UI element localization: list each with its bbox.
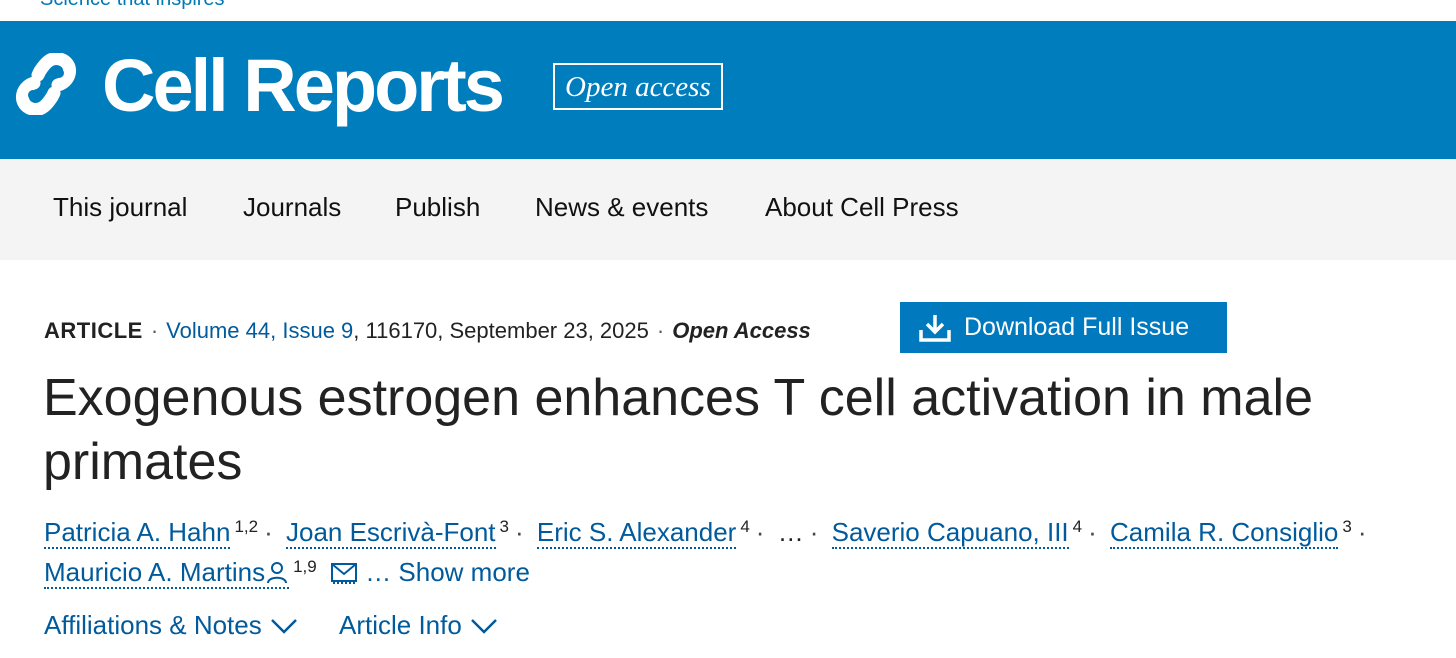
author-link[interactable]: Patricia A. Hahn: [44, 517, 231, 549]
article-info-toggle[interactable]: Article Info: [339, 610, 498, 641]
article-title: Exogenous estrogen enhances T cell activ…: [43, 369, 1313, 491]
download-icon: [919, 314, 951, 342]
corresponding-author-link[interactable]: Mauricio A. Martins: [44, 557, 290, 589]
author-link[interactable]: Saverio Capuano, III: [831, 517, 1069, 549]
author-affiliation: 4: [740, 517, 750, 536]
author-affiliation: 1,2: [234, 517, 259, 536]
open-access-badge-label: Open access: [565, 71, 711, 103]
download-full-issue-button[interactable]: Download Full Issue: [900, 302, 1227, 353]
article-number-date: , 116170, September 23, 2025: [353, 318, 649, 343]
author-link[interactable]: Joan Escrivà-Font: [285, 517, 496, 549]
nav-news-events[interactable]: News & events: [535, 192, 708, 223]
top-strip: Science that inspires: [0, 0, 1456, 21]
article-type: ARTICLE: [44, 318, 143, 343]
nav-journals[interactable]: Journals: [243, 192, 341, 223]
separator-dot: ·: [755, 517, 765, 547]
nav-this-journal[interactable]: This journal: [53, 192, 187, 223]
journal-name[interactable]: Cell Reports: [102, 43, 505, 129]
chevron-down-icon: [470, 618, 497, 634]
affiliations-notes-label: Affiliations & Notes: [44, 610, 262, 640]
author-name: Mauricio A. Martins: [44, 557, 266, 587]
author-affiliation: 3: [1342, 517, 1352, 536]
main-nav: This journal Journals Publish News & eve…: [0, 159, 1456, 260]
separator-dot: ·: [656, 318, 665, 343]
author-ellipsis: …: [777, 517, 804, 547]
person-icon: [267, 562, 288, 584]
brand-bar: Cell Reports Open access: [0, 21, 1456, 159]
open-access-label: Open Access: [672, 318, 811, 343]
author-affiliation: 3: [499, 517, 509, 536]
author-list: Patricia A. Hahn 1,2 · Joan Escrivà-Font 3 ·…: [44, 512, 1424, 592]
nav-publish[interactable]: Publish: [395, 192, 480, 223]
separator-dot: ·: [514, 517, 524, 547]
separator-dot: ·: [1088, 517, 1097, 547]
affiliations-notes-toggle[interactable]: Affiliations & Notes: [44, 610, 298, 641]
download-full-issue-label: Download Full Issue: [964, 313, 1190, 341]
separator-dot: ·: [1357, 517, 1367, 547]
separator-dot: ·: [264, 517, 273, 547]
volume-issue-link[interactable]: Volume 44, Issue 9: [166, 318, 353, 343]
author-affiliation: 1,9: [293, 557, 317, 576]
tagline: Science that inspires: [40, 0, 225, 11]
show-more-authors-link[interactable]: … Show more: [365, 557, 530, 587]
open-access-badge: Open access: [553, 63, 723, 110]
separator-dot: ·: [809, 517, 819, 547]
author-link[interactable]: Eric S. Alexander: [536, 517, 737, 549]
article-meta: ARTICLE · Volume 44, Issue 9, 116170, Sept…: [44, 318, 811, 344]
envelope-icon[interactable]: [330, 562, 358, 584]
author-affiliation: 4: [1072, 517, 1083, 536]
author-link[interactable]: Camila R. Consiglio: [1110, 517, 1339, 549]
chevron-down-icon: [270, 618, 297, 634]
nav-about-cell-press[interactable]: About Cell Press: [765, 192, 959, 223]
cell-press-logo-icon[interactable]: [14, 53, 78, 115]
article-info-label: Article Info: [339, 610, 462, 640]
separator-dot: ·: [150, 318, 159, 343]
